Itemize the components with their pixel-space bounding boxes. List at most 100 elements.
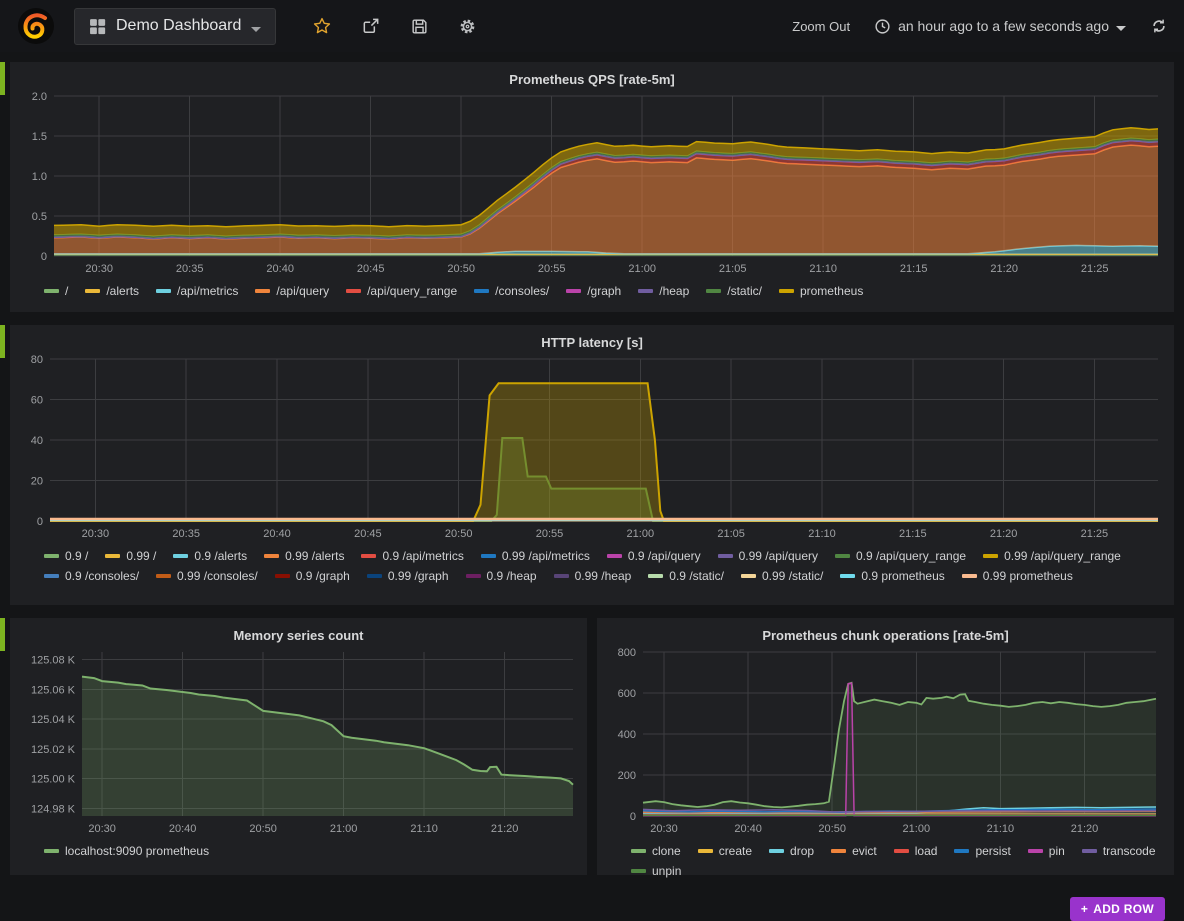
legend-item[interactable]: 0.9 /static/ (648, 569, 724, 583)
zoom-out-button[interactable]: Zoom Out (792, 19, 850, 34)
svg-text:20:45: 20:45 (357, 263, 385, 275)
dashboard-title: Demo Dashboard (116, 17, 241, 35)
share-icon[interactable] (361, 16, 381, 36)
legend-item[interactable]: 0.9 prometheus (840, 569, 944, 583)
panel-prometheus-qps: Prometheus QPS [rate-5m] 00.51.01.52.020… (10, 62, 1174, 312)
series-color-swatch (173, 554, 188, 558)
series-color-swatch (264, 554, 279, 558)
svg-text:124.98 K: 124.98 K (31, 804, 76, 816)
legend-item[interactable]: /api/query (255, 284, 329, 298)
legend-item[interactable]: 0.99 / (105, 549, 156, 563)
svg-text:21:25: 21:25 (1081, 263, 1109, 275)
legend-item[interactable]: /graph (566, 284, 621, 298)
panel-title[interactable]: HTTP latency [s] (10, 325, 1174, 353)
legend-item[interactable]: 0.99 /api/metrics (481, 549, 590, 563)
legend-item[interactable]: 0.99 /api/query_range (983, 549, 1121, 563)
legend-item[interactable]: 0.9 /consoles/ (44, 569, 139, 583)
row-collapse-tab[interactable] (0, 618, 5, 651)
memory-chart[interactable]: 124.98 K 125.00 K 125.02 K 125.04 K 125.06 K… (10, 646, 587, 843)
add-row-button[interactable]: +ADD ROW (1070, 897, 1165, 921)
legend-item[interactable]: 0.9 /api/metrics (361, 549, 463, 563)
legend-item[interactable]: 0.9 /graph (275, 569, 350, 583)
series-color-swatch (698, 849, 713, 853)
legend-item[interactable]: /alerts (85, 284, 139, 298)
legend-item[interactable]: 0.99 /consoles/ (156, 569, 258, 583)
svg-text:200: 200 (618, 770, 636, 782)
series-color-swatch (44, 554, 59, 558)
legend-item[interactable]: 0.99 /api/query (718, 549, 818, 563)
legend-item[interactable]: 0.9 /api/query_range (835, 549, 966, 563)
latency-chart[interactable]: 02040608020:3020:3520:4020:4520:5020:552… (10, 353, 1174, 548)
panel-title[interactable]: Prometheus QPS [rate-5m] (10, 62, 1174, 90)
svg-text:20:50: 20:50 (447, 263, 475, 275)
legend-item[interactable]: 0.9 /alerts (173, 549, 247, 563)
svg-text:125.06 K: 125.06 K (31, 684, 76, 696)
svg-text:125.08 K: 125.08 K (31, 655, 76, 667)
legend-item[interactable]: persist (954, 844, 1010, 858)
series-color-swatch (954, 849, 969, 853)
svg-text:125.00 K: 125.00 K (31, 774, 76, 786)
legend-item[interactable]: transcode (1082, 844, 1156, 858)
panel-title[interactable]: Memory series count (10, 618, 587, 646)
legend-item[interactable]: 0.9 /api/query (607, 549, 701, 563)
svg-text:125.04 K: 125.04 K (31, 714, 76, 726)
svg-text:20:50: 20:50 (445, 528, 473, 540)
legend-item[interactable]: /static/ (706, 284, 762, 298)
series-color-swatch (648, 574, 663, 578)
series-color-swatch (346, 289, 361, 293)
svg-text:60: 60 (31, 395, 43, 407)
star-button[interactable] (312, 16, 332, 36)
legend-item[interactable]: evict (831, 844, 877, 858)
legend-item[interactable]: 0.9 /heap (466, 569, 537, 583)
series-color-swatch (474, 289, 489, 293)
settings-gear-icon[interactable] (458, 17, 477, 36)
legend-item[interactable]: localhost:9090 prometheus (44, 844, 209, 858)
legend-item[interactable]: 0.99 /static/ (741, 569, 823, 583)
legend-item[interactable]: /api/metrics (156, 284, 238, 298)
svg-text:21:10: 21:10 (987, 823, 1015, 835)
grafana-logo[interactable] (16, 6, 56, 46)
latency-legend: 0.9 / 0.99 / 0.9 /alerts 0.99 /alerts 0.9 /a… (44, 549, 1162, 583)
legend-item[interactable]: /heap (638, 284, 689, 298)
legend-item[interactable]: load (894, 844, 938, 858)
legend-item[interactable]: pin (1028, 844, 1065, 858)
svg-text:20:35: 20:35 (172, 528, 200, 540)
legend-item[interactable]: 0.9 / (44, 549, 88, 563)
panel-title[interactable]: Prometheus chunk operations [rate-5m] (597, 618, 1174, 646)
row-collapse-tab[interactable] (0, 325, 5, 358)
clock-icon (874, 18, 891, 35)
time-range-label: an hour ago to a few seconds ago (898, 18, 1109, 34)
legend-item[interactable]: /api/query_range (346, 284, 457, 298)
dashboard-picker[interactable]: Demo Dashboard (74, 8, 276, 45)
legend-item[interactable]: clone (631, 844, 681, 858)
time-range-picker[interactable]: an hour ago to a few seconds ago (874, 18, 1126, 35)
svg-text:21:20: 21:20 (990, 263, 1018, 275)
save-icon[interactable] (410, 17, 429, 36)
legend-item[interactable]: unpin (631, 864, 681, 878)
svg-text:21:15: 21:15 (899, 528, 927, 540)
series-color-swatch (44, 289, 59, 293)
series-color-swatch (275, 574, 290, 578)
legend-item[interactable]: 0.99 /graph (367, 569, 449, 583)
svg-text:20:40: 20:40 (169, 823, 197, 835)
legend-item[interactable]: 0.99 /heap (554, 569, 632, 583)
chunk-ops-chart[interactable]: 020040060080020:3020:4020:5021:0021:1021… (597, 646, 1174, 843)
legend-item[interactable]: create (698, 844, 752, 858)
svg-text:20:40: 20:40 (266, 263, 294, 275)
refresh-icon[interactable] (1150, 17, 1168, 35)
series-color-swatch (638, 289, 653, 293)
qps-chart[interactable]: 00.51.01.52.020:3020:3520:4020:4520:5020… (10, 90, 1174, 283)
legend-item[interactable]: / (44, 284, 68, 298)
legend-item[interactable]: /consoles/ (474, 284, 549, 298)
navbar: Demo Dashboard Zoom Out an hour ago to a… (0, 0, 1184, 52)
row-collapse-tab[interactable] (0, 62, 5, 95)
legend-item[interactable]: drop (769, 844, 814, 858)
legend-item[interactable]: 0.99 prometheus (962, 569, 1073, 583)
svg-text:20:40: 20:40 (263, 528, 291, 540)
legend-item[interactable]: 0.99 /alerts (264, 549, 344, 563)
svg-text:1.5: 1.5 (32, 131, 47, 143)
svg-text:20:30: 20:30 (85, 263, 113, 275)
legend-item[interactable]: prometheus (779, 284, 863, 298)
series-color-swatch (466, 574, 481, 578)
svg-text:125.02 K: 125.02 K (31, 744, 76, 756)
